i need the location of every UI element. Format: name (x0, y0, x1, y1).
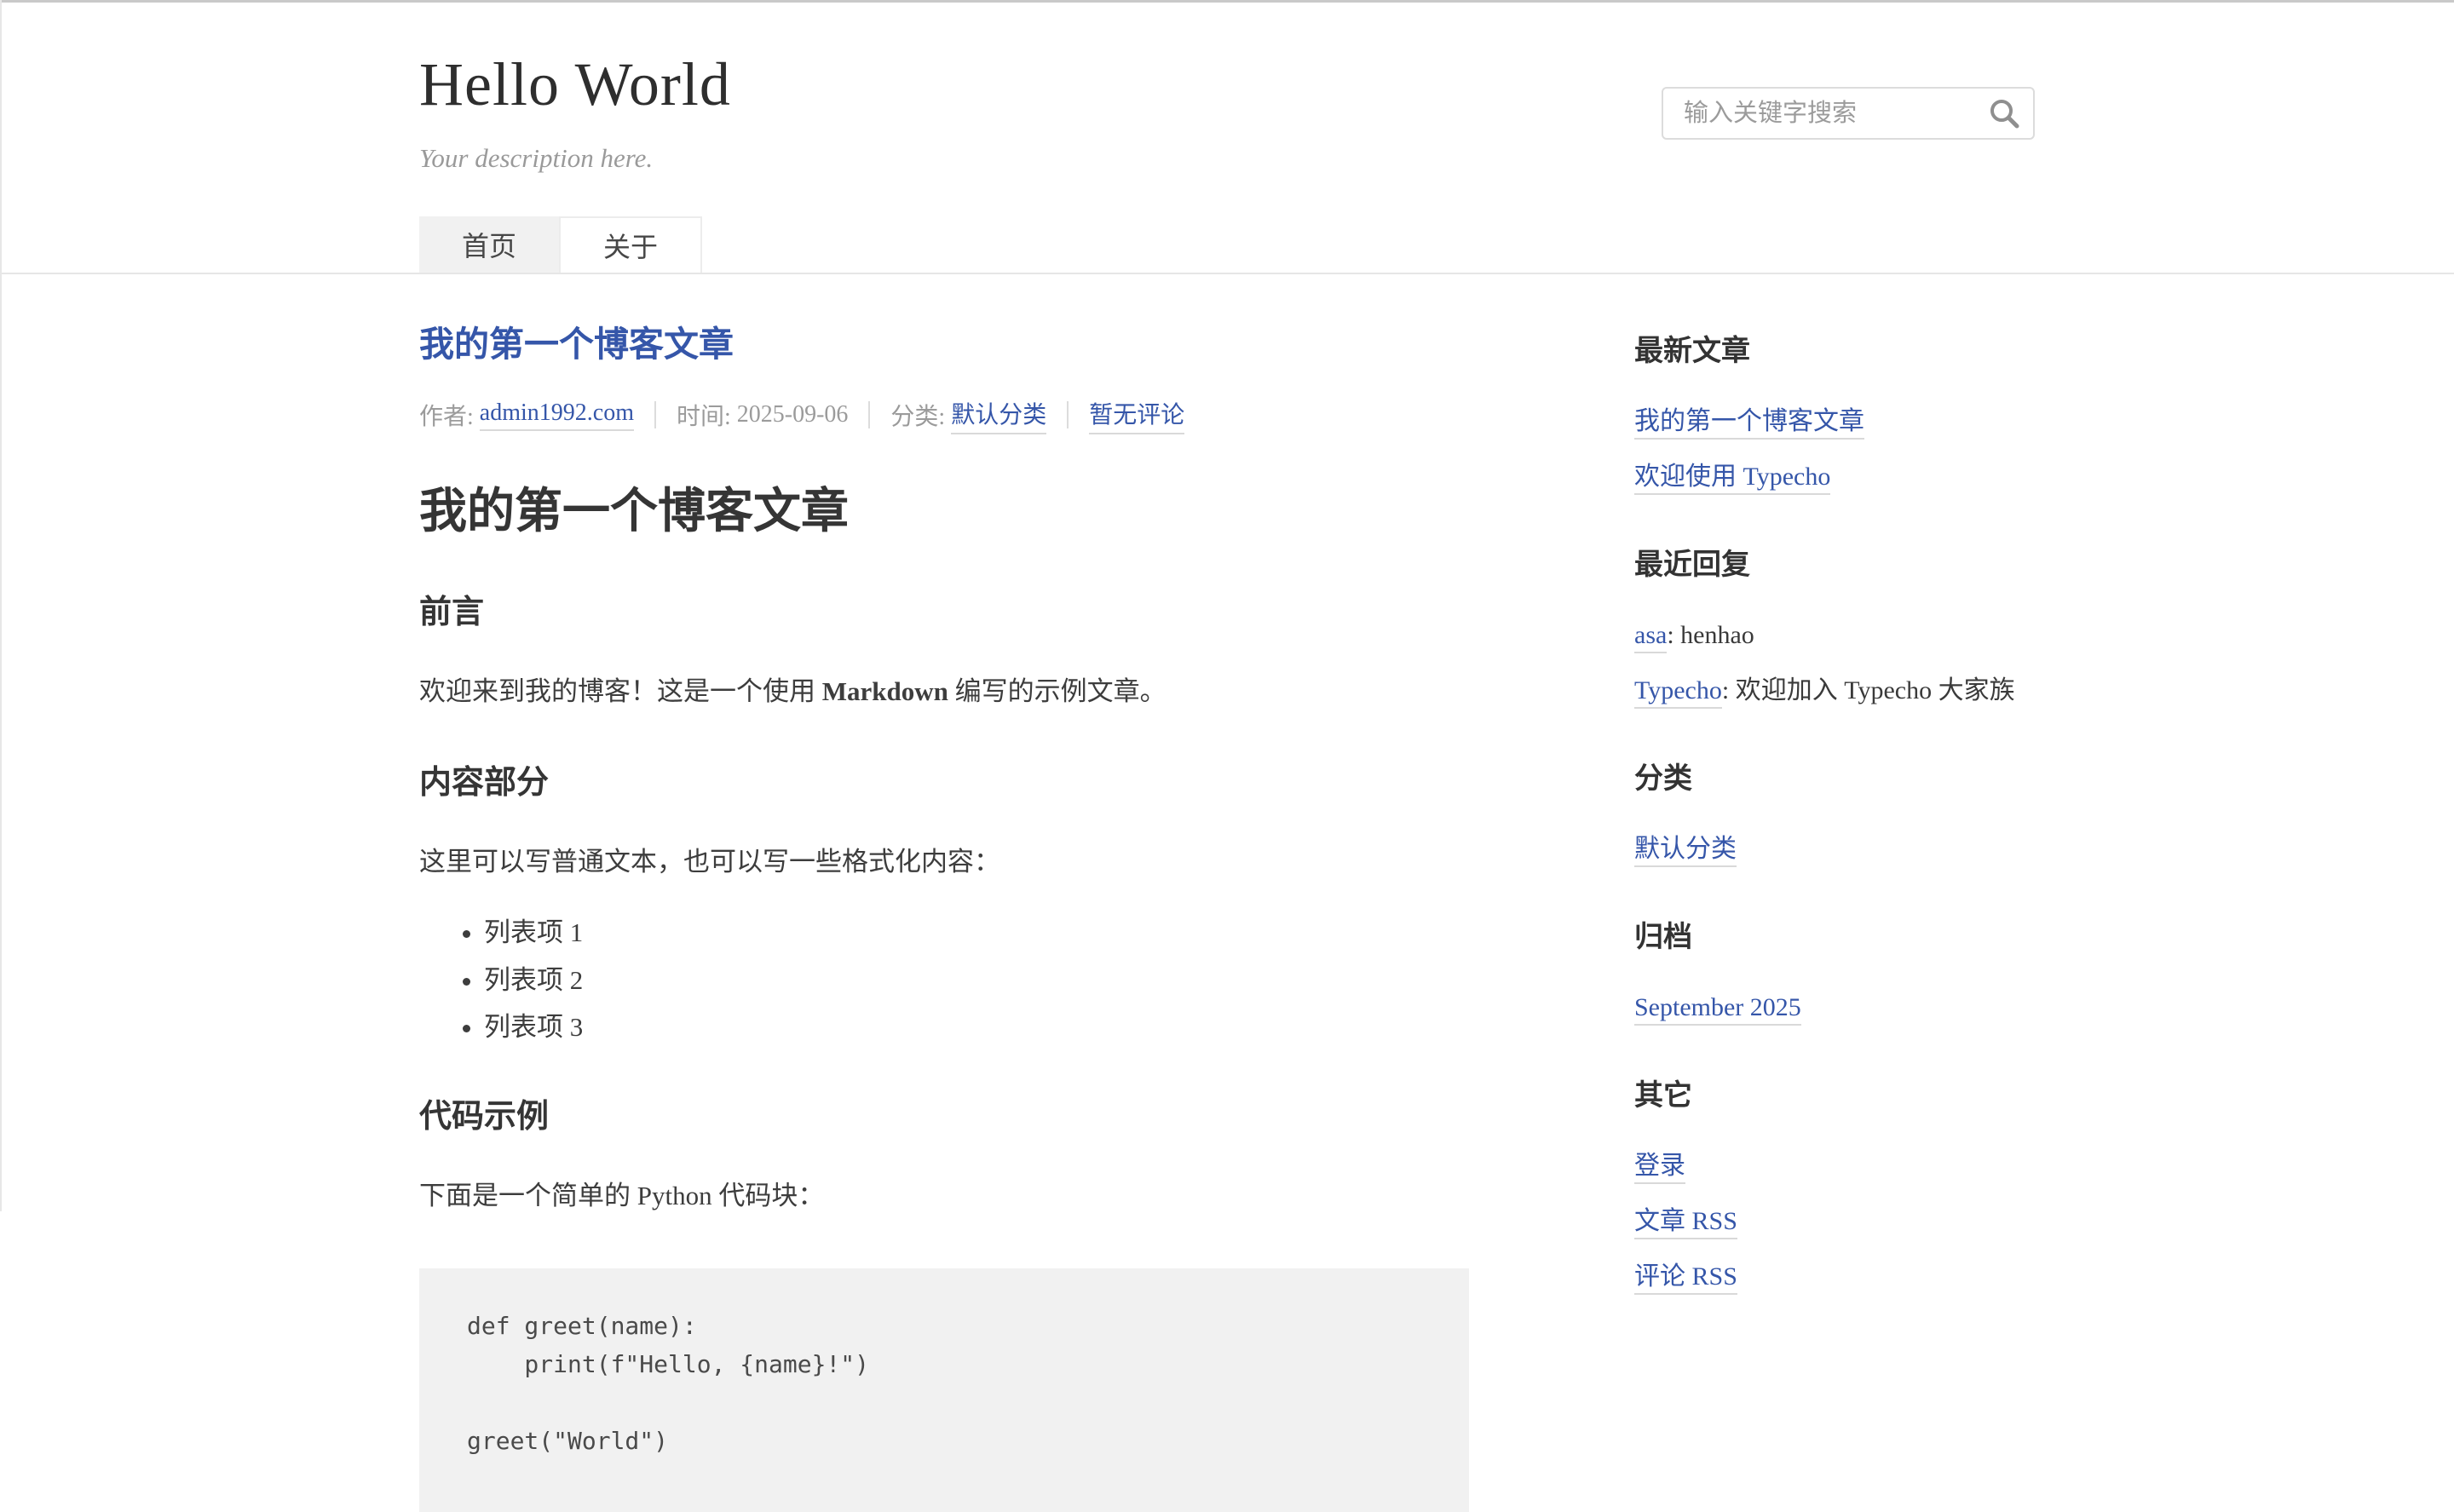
recent-post-link[interactable]: 我的第一个博客文章 (1634, 407, 1864, 440)
author-label: 作者: (419, 398, 474, 432)
nav-tab-home[interactable]: 首页 (419, 216, 559, 273)
comment-author-link[interactable]: asa (1634, 621, 1667, 653)
post-title: 我的第一个博客文章 (419, 324, 1469, 365)
recent-comment-item: asa: henhao (1634, 618, 2035, 652)
widget-title: 最新文章 (1634, 327, 2035, 369)
recent-post-item: 欢迎使用 Typecho (1634, 460, 2035, 493)
main-nav: 首页 关于 (419, 216, 2035, 273)
meta-divider (868, 401, 870, 428)
meta-divider (654, 401, 656, 428)
recent-post-link[interactable]: 欢迎使用 Typecho (1634, 463, 1830, 495)
list-item: 列表项 2 (484, 962, 1469, 998)
archive-link[interactable]: September 2025 (1634, 993, 1801, 1026)
search-box (1662, 87, 2035, 140)
list-item: 列表项 1 (484, 914, 1469, 951)
content-list: 列表项 1 列表项 2 列表项 3 (419, 914, 1469, 1045)
widget-title: 其它 (1634, 1072, 2035, 1113)
section-heading-code: 代码示例 (419, 1098, 1469, 1137)
widget-archives: 归档 September 2025 (1634, 913, 2035, 1024)
site-title: Hello World (419, 53, 731, 118)
article-heading: 我的第一个博客文章 (419, 484, 1469, 541)
search-input[interactable] (1662, 87, 2035, 140)
widget-categories: 分类 默认分类 (1634, 755, 2035, 865)
sidebar-category-link[interactable]: 默认分类 (1634, 835, 1737, 867)
post-meta: 作者: admin1992.com 时间: 2025-09-06 分类: 默认分… (419, 396, 1469, 434)
comment-excerpt: : 欢迎加入 Typecho 大家族 (1722, 676, 2015, 704)
section-heading-content: 内容部分 (419, 764, 1469, 803)
comments-link[interactable]: 暂无评论 (1089, 396, 1184, 434)
blog-post: 我的第一个博客文章 作者: admin1992.com 时间: 2025-09-… (419, 324, 1469, 1512)
search-icon[interactable] (1987, 96, 2021, 130)
intro-text-before: 欢迎来到我的博客！这是一个使用 (419, 676, 822, 706)
code-intro-paragraph: 下面是一个简单的 Python 代码块： (419, 1176, 1469, 1216)
widget-recent-posts: 最新文章 我的第一个博客文章 欢迎使用 Typecho (1634, 327, 2035, 493)
meta-divider (1067, 401, 1069, 428)
post-rss-link[interactable]: 文章 RSS (1634, 1207, 1737, 1239)
site-description: Your description here. (419, 143, 731, 174)
comment-rss-link[interactable]: 评论 RSS (1634, 1262, 1737, 1295)
widget-recent-comments: 最近回复 asa: henhao Typecho: 欢迎加入 Typecho 大… (1634, 541, 2035, 707)
site-branding: Hello World Your description here. (419, 53, 731, 174)
misc-item: 文章 RSS (1634, 1204, 2035, 1238)
content-paragraph: 这里可以写普通文本，也可以写一些格式化内容： (419, 842, 1469, 882)
post-title-link[interactable]: 我的第一个博客文章 (419, 325, 734, 364)
intro-paragraph: 欢迎来到我的博客！这是一个使用 Markdown 编写的示例文章。 (419, 672, 1469, 712)
list-item: 列表项 3 (484, 1009, 1469, 1045)
post-date: 2025-09-06 (737, 401, 849, 428)
category-link[interactable]: 默认分类 (951, 396, 1046, 434)
nav-tab-about[interactable]: 关于 (559, 216, 702, 273)
sidebar: 最新文章 我的第一个博客文章 欢迎使用 Typecho 最近回复 asa: he… (1634, 324, 2035, 1341)
widget-misc: 其它 登录 文章 RSS 评论 RSS (1634, 1072, 2035, 1293)
section-heading-intro: 前言 (419, 594, 1469, 633)
widget-title: 归档 (1634, 913, 2035, 955)
comment-author-link[interactable]: Typecho (1634, 676, 1722, 709)
login-link[interactable]: 登录 (1634, 1152, 1685, 1184)
author-link[interactable]: admin1992.com (480, 400, 634, 431)
recent-comment-item: Typecho: 欢迎加入 Typecho 大家族 (1634, 674, 2035, 707)
widget-title: 分类 (1634, 755, 2035, 796)
recent-post-item: 我的第一个博客文章 (1634, 405, 2035, 438)
time-label: 时间: (677, 398, 731, 432)
code-block: def greet(name): print(f"Hello, {name}!"… (419, 1268, 1469, 1511)
intro-bold-markdown: Markdown (822, 676, 948, 706)
intro-text-after: 编写的示例文章。 (948, 676, 1167, 706)
comment-excerpt: : henhao (1667, 621, 1754, 649)
site-header: Hello World Your description here. 首页 关于 (0, 0, 2454, 274)
category-label: 分类: (890, 398, 945, 432)
category-item: 默认分类 (1634, 832, 2035, 865)
widget-title: 最近回复 (1634, 541, 2035, 583)
archive-item: September 2025 (1634, 991, 2035, 1024)
misc-item: 评论 RSS (1634, 1260, 2035, 1293)
misc-item: 登录 (1634, 1149, 2035, 1182)
